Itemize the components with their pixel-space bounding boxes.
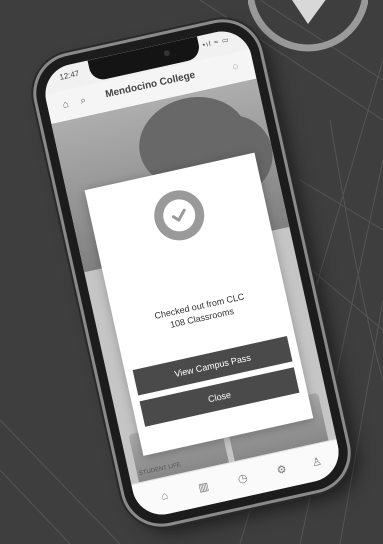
- camera-dot: [163, 49, 171, 57]
- status-icons: •ıl ≈ ▭: [202, 36, 231, 50]
- help-icon[interactable]: ◌: [228, 61, 242, 75]
- checkmark-badge: [149, 185, 210, 246]
- home-tab-icon[interactable]: ⌂: [155, 487, 174, 506]
- checkmark-circle: [160, 196, 199, 235]
- profile-tab-icon[interactable]: ♙: [307, 453, 326, 472]
- calendar-tab-icon[interactable]: ◷: [233, 469, 252, 488]
- status-time: 12:47: [58, 68, 81, 82]
- campus-tab-icon[interactable]: ▥: [194, 478, 213, 497]
- checkout-message: Checked out from CLC 108 Classrooms: [123, 284, 279, 341]
- shield-badge: [248, 0, 368, 52]
- checkmark-icon: [171, 208, 186, 222]
- settings-tab-icon[interactable]: ⚙: [272, 461, 291, 480]
